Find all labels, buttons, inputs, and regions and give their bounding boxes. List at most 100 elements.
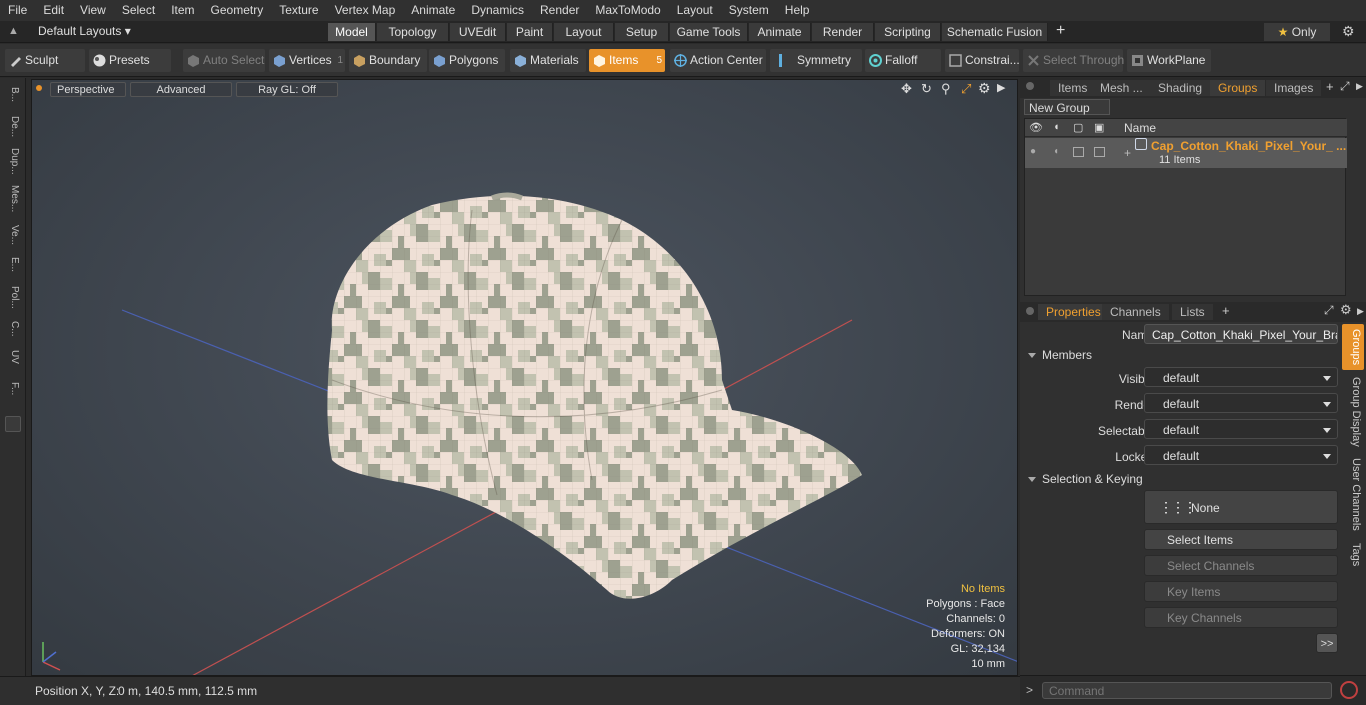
boundary-button[interactable]: Boundary <box>349 49 427 72</box>
tab-lists[interactable]: Lists <box>1172 304 1213 320</box>
auto-select-button[interactable]: Auto Select <box>183 49 265 72</box>
falloff-button[interactable]: Falloff <box>865 49 941 72</box>
menu-layout[interactable]: Layout <box>669 0 721 21</box>
constraints-button[interactable]: Constrai... <box>945 49 1020 72</box>
symmetry-button[interactable]: Symmetry <box>770 49 862 72</box>
left-tab-fusion[interactable]: F... <box>4 374 20 404</box>
add-panel-tab-icon[interactable]: + <box>1326 79 1334 94</box>
render-icon[interactable]: ◖ <box>1053 121 1060 133</box>
select-channels-button[interactable]: Select Channels <box>1144 555 1338 576</box>
new-group-button[interactable]: New Group <box>1024 99 1110 115</box>
group-name-field[interactable]: Cap_Cotton_Khaki_Pixel_Your_Brand <box>1144 324 1338 344</box>
command-input[interactable] <box>1042 682 1332 699</box>
menu-view[interactable]: View <box>72 0 114 21</box>
left-tab-basic[interactable]: B... <box>4 82 20 108</box>
left-tab-curve[interactable]: C... <box>4 318 20 340</box>
menu-file[interactable]: File <box>0 0 35 21</box>
left-tab-uv[interactable]: UV <box>4 346 20 368</box>
materials-button[interactable]: Materials <box>510 49 586 72</box>
layout-up-icon[interactable]: ▲ <box>8 25 19 37</box>
menu-texture[interactable]: Texture <box>271 0 326 21</box>
members-section[interactable]: Members <box>1028 348 1092 362</box>
tab-render[interactable]: Render <box>812 23 874 41</box>
menu-maxtomodo[interactable]: MaxToModo <box>587 0 668 21</box>
tab-groups[interactable]: Groups <box>1210 80 1266 96</box>
locked-dropdown[interactable]: default <box>1144 445 1338 465</box>
tab-shading[interactable]: Shading <box>1150 80 1211 96</box>
left-tab-polygon[interactable]: Pol... <box>4 282 20 312</box>
tab-animate[interactable]: Animate <box>749 23 811 41</box>
more-button[interactable]: >> <box>1316 633 1338 653</box>
layout-selector[interactable]: Default Layouts ▾ <box>38 24 131 38</box>
only-toggle[interactable]: ★ Only <box>1264 23 1330 41</box>
prop-expand-icon[interactable]: ⤢ <box>1324 303 1334 318</box>
panel-menu-icon[interactable]: ▶ <box>1356 81 1363 92</box>
items-button[interactable]: Items 5 <box>589 49 665 72</box>
none-button[interactable]: ⋮⋮⋮ None <box>1144 490 1338 524</box>
tab-model[interactable]: Model <box>328 23 376 41</box>
menu-dynamics[interactable]: Dynamics <box>463 0 532 21</box>
record-icon[interactable] <box>1340 681 1358 699</box>
menu-item[interactable]: Item <box>163 0 202 21</box>
side-tab-group-display[interactable]: Group Display <box>1344 376 1362 448</box>
row-eye-icon[interactable]: ● <box>1030 146 1036 157</box>
tab-setup[interactable]: Setup <box>615 23 669 41</box>
menu-select[interactable]: Select <box>114 0 163 21</box>
left-tab-duplicate[interactable]: Dup... <box>4 146 20 176</box>
add-tab-icon[interactable]: + <box>1056 22 1065 40</box>
side-tab-groups[interactable]: Groups <box>1344 326 1362 368</box>
tab-mesh[interactable]: Mesh ... <box>1092 80 1151 96</box>
menu-vertex-map[interactable]: Vertex Map <box>327 0 404 21</box>
selectable-dropdown[interactable]: default <box>1144 419 1338 439</box>
tab-layout[interactable]: Layout <box>554 23 614 41</box>
tab-scripting[interactable]: Scripting <box>875 23 941 41</box>
side-tab-tags[interactable]: Tags <box>1344 540 1362 570</box>
expand-icon[interactable]: ⤢ <box>1340 79 1350 94</box>
selection-keying-section[interactable]: Selection & Keying <box>1028 472 1143 486</box>
select-items-button[interactable]: Select Items <box>1144 529 1338 550</box>
presets-button[interactable]: Presets <box>89 49 171 72</box>
render-dropdown[interactable]: default <box>1144 393 1338 413</box>
menu-animate[interactable]: Animate <box>403 0 463 21</box>
tab-items[interactable]: Items <box>1050 80 1096 96</box>
group-row[interactable]: ● ◖ + Cap_Cotton_Khaki_Pixel_Your_ ... 1… <box>1025 138 1347 168</box>
tab-schematic-fusion[interactable]: Schematic Fusion <box>942 23 1048 41</box>
tab-properties[interactable]: Properties <box>1038 304 1109 320</box>
visible-dropdown[interactable]: default <box>1144 367 1338 387</box>
row-render-icon[interactable]: ◖ <box>1053 146 1059 157</box>
menu-geometry[interactable]: Geometry <box>203 0 272 21</box>
tab-paint[interactable]: Paint <box>507 23 553 41</box>
tab-channels[interactable]: Channels <box>1102 304 1169 320</box>
polygons-button[interactable]: Polygons <box>429 49 505 72</box>
tab-game-tools[interactable]: Game Tools <box>670 23 748 41</box>
left-tab-vertex[interactable]: Ve... <box>4 222 20 248</box>
tab-topology[interactable]: Topology <box>377 23 449 41</box>
add-prop-tab-icon[interactable]: + <box>1222 303 1230 318</box>
row-select-checkbox[interactable] <box>1094 147 1105 157</box>
row-lock-checkbox[interactable] <box>1073 147 1084 157</box>
menu-help[interactable]: Help <box>777 0 818 21</box>
gear-icon[interactable]: ⚙ <box>1342 23 1355 40</box>
select-through-button[interactable]: Select Through <box>1023 49 1124 72</box>
menu-render[interactable]: Render <box>532 0 587 21</box>
lock-cube-icon[interactable]: ▢ <box>1073 121 1083 134</box>
select-cube-icon[interactable]: ▣ <box>1094 121 1104 134</box>
side-tab-user-channels[interactable]: User Channels <box>1344 456 1362 532</box>
vertices-button[interactable]: Vertices 1 <box>269 49 345 72</box>
expand-plus-icon[interactable]: + <box>1124 146 1131 160</box>
menu-system[interactable]: System <box>721 0 777 21</box>
prop-gear-icon[interactable]: ⚙ <box>1340 302 1352 318</box>
key-items-button[interactable]: Key Items <box>1144 581 1338 602</box>
3d-viewport[interactable]: Perspective Advanced Ray GL: Off ✥ ↻ ⚲ ⤢… <box>31 79 1018 676</box>
sculpt-button[interactable]: Sculpt <box>5 49 85 72</box>
tab-images[interactable]: Images <box>1266 80 1322 96</box>
left-tab-deform[interactable]: De... <box>4 114 20 140</box>
menu-edit[interactable]: Edit <box>35 0 72 21</box>
left-tab-mesh-edit[interactable]: Mes... <box>4 182 20 216</box>
workplane-button[interactable]: WorkPlane <box>1127 49 1211 72</box>
key-channels-button[interactable]: Key Channels <box>1144 607 1338 628</box>
visibility-eye-icon[interactable]: 👁 <box>1029 121 1043 134</box>
prop-menu-icon[interactable]: ▶ <box>1357 306 1364 317</box>
left-tab-edge[interactable]: E... <box>4 254 20 276</box>
action-center-button[interactable]: Action Center <box>670 49 766 72</box>
